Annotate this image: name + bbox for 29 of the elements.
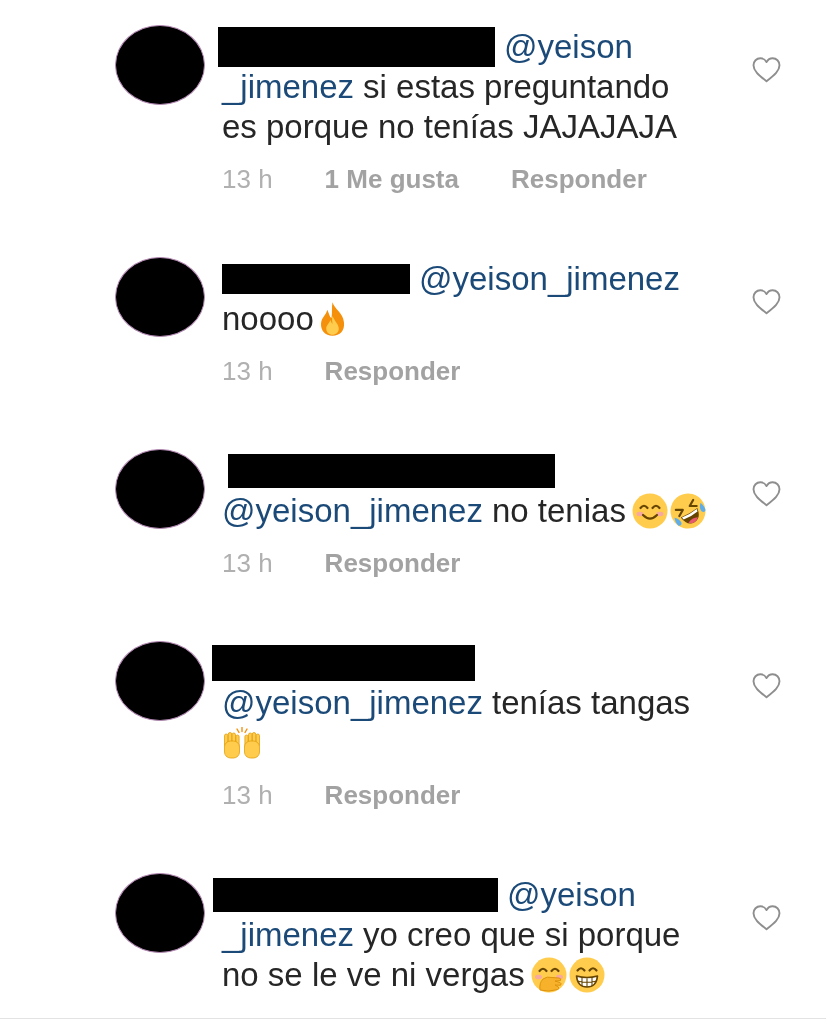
smiling-face-icon: [631, 493, 668, 529]
comment-text: yo creo que si porque: [363, 915, 681, 955]
comment-text: es porque no tenías JAJAJAJA: [222, 107, 677, 147]
comment-text: tenías tangas: [491, 683, 691, 723]
comment-text: no tenias: [491, 491, 626, 531]
laughing-tears-icon: [669, 493, 706, 529]
comment-time: 13 h: [222, 355, 273, 388]
mention-link[interactable]: @yeison: [507, 875, 636, 915]
mention-link[interactable]: @yeison_jimenez: [222, 683, 483, 723]
grinning-face-icon: [568, 957, 605, 993]
comment-text: no se le ve ni vergas: [222, 955, 525, 995]
mention-link[interactable]: _jimenez: [222, 915, 355, 955]
comment-time: 13 h: [222, 163, 273, 196]
raised-hands-icon: [222, 727, 262, 759]
comment-text: si estas preguntando: [363, 67, 670, 107]
heart-icon[interactable]: [752, 673, 781, 699]
mention-link[interactable]: @yeison_jimenez: [222, 491, 483, 531]
comment-text: noooo: [222, 299, 314, 339]
mention-link[interactable]: @yeison: [504, 27, 633, 67]
comment-time: 13 h: [222, 547, 273, 580]
heart-icon[interactable]: [752, 481, 781, 507]
comment-time: 13 h: [222, 779, 273, 812]
mention-link[interactable]: @yeison_jimenez: [419, 259, 680, 299]
hand-over-mouth-icon: [530, 957, 567, 993]
heart-icon[interactable]: [752, 289, 781, 315]
fire-icon: [319, 301, 345, 337]
mention-link[interactable]: _jimenez: [222, 67, 355, 107]
heart-icon[interactable]: [752, 905, 781, 931]
heart-icon[interactable]: [752, 57, 781, 83]
